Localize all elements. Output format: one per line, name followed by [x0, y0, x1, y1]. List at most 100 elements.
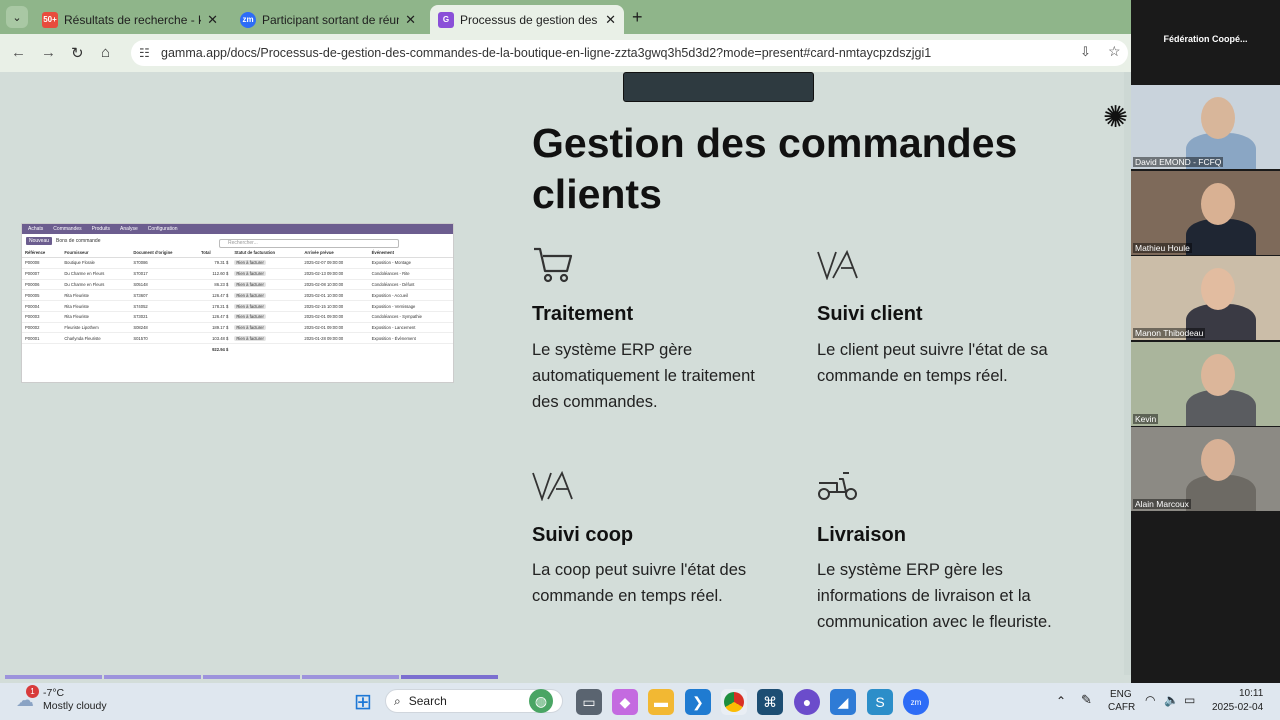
- new-tab-button[interactable]: +: [632, 7, 643, 28]
- azure-icon[interactable]: ◢: [830, 689, 856, 715]
- home-icon[interactable]: ⌂: [101, 44, 110, 61]
- close-tab-icon[interactable]: ✕: [207, 12, 218, 28]
- participant-video-tile[interactable]: Kevin: [1131, 342, 1280, 426]
- weather-badge: 1: [26, 685, 39, 698]
- erp-breadcrumb: Bons de commande: [56, 238, 101, 244]
- volume-icon[interactable]: 🔈: [1164, 693, 1179, 707]
- participant-avatar-head: [1201, 354, 1235, 396]
- browser-tab-active[interactable]: G Processus de gestion des comm ✕: [430, 5, 624, 34]
- progress-segment[interactable]: [5, 675, 102, 679]
- wifi-icon[interactable]: ◠: [1145, 693, 1155, 707]
- erp-table-cell: Rien à facturer: [231, 257, 302, 269]
- search-label: Search: [408, 694, 447, 708]
- erp-cell-text: 2025-02-01 10:00:00: [304, 292, 344, 298]
- language-code[interactable]: ENG: [1110, 689, 1132, 700]
- progress-segment[interactable]: [203, 675, 300, 679]
- erp-table-cell: S73021: [130, 311, 198, 323]
- app-s-icon[interactable]: S: [867, 689, 893, 715]
- erp-table-cell: P00005: [22, 289, 62, 302]
- erp-cell-text: 112.60 $: [212, 271, 229, 277]
- ssh-terminal-icon[interactable]: ⌘: [757, 689, 783, 715]
- github-icon[interactable]: ●: [794, 689, 820, 715]
- erp-table-row: P00008 Boutique Florale S70086 79.31 $ Rien …: [22, 257, 453, 269]
- card-text: Le système ERP gère les informations de …: [817, 561, 1052, 631]
- vscode-icon[interactable]: ❯: [685, 689, 711, 715]
- erp-table-cell: 86.23 $: [197, 279, 232, 291]
- erp-cell-text: 126.47 $: [212, 314, 229, 320]
- clock-date[interactable]: 2025-02-04: [1212, 702, 1263, 713]
- participant-video-tile[interactable]: David EMOND - FCFQ: [1131, 85, 1280, 169]
- slide-title: Gestion des commandes clients: [532, 120, 1018, 217]
- tab-title: Résultats de recherche - ktherm: [64, 12, 202, 27]
- erp-cell-text: Exposition - Vernissage: [371, 303, 416, 309]
- bookmark-star-icon[interactable]: ☆: [1108, 43, 1121, 60]
- erp-menu-item: Produits: [91, 226, 110, 232]
- erp-cell-text: Condoléances - Rite: [371, 271, 410, 277]
- erp-cell-text: 103.48 $: [212, 335, 229, 341]
- scooter-icon: [817, 469, 859, 506]
- erp-table-cell: S01570: [130, 332, 198, 345]
- erp-table-cell: Rien à facturer: [231, 311, 302, 323]
- scrollbar[interactable]: [1124, 72, 1131, 675]
- erp-table-cell: Rien à facturer: [231, 300, 302, 312]
- address-bar[interactable]: gamma.app/docs/Processus-de-gestion-des-…: [131, 40, 1128, 66]
- erp-cell-text: S05148: [133, 281, 148, 287]
- participant-video-tile[interactable]: Alain Marcoux: [1131, 427, 1280, 511]
- erp-cell-text: Du Charme en Fleurs: [64, 271, 105, 277]
- browser-tab[interactable]: zm Participant sortant de réunion ✕: [232, 5, 424, 34]
- tab-search-dropdown-icon[interactable]: ⌄: [6, 6, 28, 28]
- erp-cell-text: P00001: [25, 335, 40, 341]
- erp-menu-item: Commandes: [53, 226, 82, 232]
- erp-table-cell: S70017: [130, 268, 198, 280]
- url-text: gamma.app/docs/Processus-de-gestion-des-…: [161, 46, 932, 60]
- progress-segment[interactable]: [401, 675, 498, 679]
- erp-cell-text: Fleuriste Lipothem: [64, 325, 99, 331]
- card-heading: Suivi coop: [532, 524, 634, 546]
- erp-table-cell: S70086: [130, 257, 198, 269]
- browser-tab[interactable]: 50+ Résultats de recherche - ktherm ✕: [34, 5, 226, 34]
- erp-table-row: P00007 Du Charme en Fleurs S70017 112.60 $ R…: [22, 268, 453, 280]
- erp-status-badge: Rien à facturer: [234, 335, 266, 341]
- forward-icon[interactable]: →: [41, 44, 56, 61]
- erp-cell-text: Exposition - Accueil: [371, 292, 408, 298]
- reload-icon[interactable]: ↻: [71, 44, 84, 62]
- site-info-icon[interactable]: ☷: [139, 46, 150, 60]
- chrome-icon[interactable]: [721, 689, 747, 715]
- globe-icon[interactable]: ◍: [529, 689, 553, 713]
- file-explorer-icon[interactable]: ▬: [648, 689, 674, 715]
- erp-table-cell: Condoléances - Rite: [368, 268, 453, 280]
- clock-time[interactable]: 10:11: [1239, 688, 1263, 699]
- battery-icon[interactable]: ▭: [1184, 693, 1195, 707]
- task-view-icon[interactable]: ▭: [576, 689, 602, 715]
- progress-segment[interactable]: [104, 675, 201, 679]
- erp-table-cell: 2025-01-28 09:00:00: [301, 332, 369, 345]
- close-tab-icon[interactable]: ✕: [405, 12, 416, 28]
- erp-orders-table: Référence Fournisseur Document d'origine…: [22, 248, 453, 354]
- progress-segment[interactable]: [302, 675, 399, 679]
- zoom-app-icon[interactable]: zm: [903, 689, 929, 715]
- erp-table-cell: 178.21 $: [197, 300, 232, 312]
- erp-col-header: Arrivée prévue: [301, 248, 369, 258]
- loading-spinner-icon: ✺: [1103, 101, 1129, 134]
- erp-cell-text: Exposition - Évènement: [371, 335, 416, 341]
- locale-code[interactable]: CAFR: [1108, 702, 1135, 713]
- erp-table-cell: 2025-02-13 09:00:00: [301, 268, 369, 280]
- install-app-icon[interactable]: ⇩: [1080, 44, 1091, 60]
- copilot-icon[interactable]: ◆: [612, 689, 638, 715]
- pen-icon[interactable]: ✎: [1081, 692, 1092, 708]
- back-icon[interactable]: ←: [11, 44, 26, 61]
- erp-table-cell: S74052: [130, 300, 198, 312]
- show-hidden-icons[interactable]: ⌃: [1056, 694, 1066, 708]
- presentation-toolbar[interactable]: [623, 72, 814, 102]
- participant-video-tile[interactable]: Manon Thibodeau: [1131, 256, 1280, 340]
- erp-table-cell: 2025-02-15 10:00:00: [301, 300, 369, 312]
- card-heading: Livraison: [817, 524, 906, 546]
- windows-start-icon[interactable]: ⊞: [350, 689, 376, 715]
- erp-table-cell: Rita Fleuriste: [61, 311, 131, 323]
- erp-cell-text: Exposition - Lancement: [371, 325, 416, 331]
- participant-video-tile[interactable]: Mathieu Houle: [1131, 171, 1280, 255]
- close-tab-icon[interactable]: ✕: [605, 12, 616, 28]
- weather-temp: -7°C: [43, 687, 65, 699]
- erp-cell-text: 2025-02-08 10:00:00: [304, 281, 344, 287]
- erp-table-cell: 103.48 $: [197, 332, 232, 345]
